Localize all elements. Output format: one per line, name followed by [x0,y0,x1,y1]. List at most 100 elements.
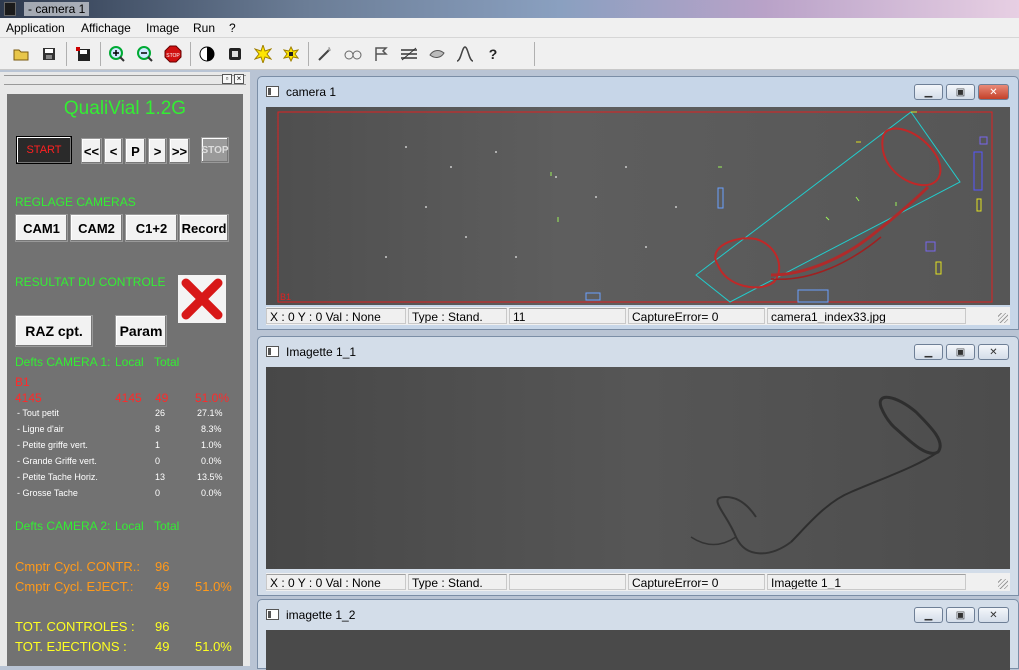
imagette-1-1-status-bar: X : 0 Y : 0 Val : None Type : Stand. Cap… [266,573,1010,591]
app-icon [4,2,16,16]
resize-grip[interactable] [998,313,1008,323]
window-title: - camera 1 [24,2,90,16]
cmptr-eject-label: Cmptr Cycl. EJECT.: [15,579,134,594]
menu-run[interactable]: Run [193,21,215,35]
dock-close-button[interactable]: × [234,74,244,84]
close-button[interactable]: ✕ [978,344,1009,360]
imagette-1-1-window[interactable]: Imagette 1_1 ▁ ▣ ✕ X : 0 Y : 0 Val : Non… [257,336,1019,596]
b1-value-c: 49 [155,391,169,405]
camera1-overlay: B1 [266,107,1010,305]
cmptr-contr-label: Cmptr Cycl. CONTR.: [15,559,140,574]
reglage-cameras-title: REGLAGE CAMERAS [15,195,136,209]
menu-image[interactable]: Image [146,21,179,35]
curve-icon[interactable] [454,43,476,65]
param-button[interactable]: Param [115,315,167,347]
c1-plus-2-button[interactable]: C1+2 [125,214,178,242]
imagette-1-1-title: Imagette 1_1 [286,345,357,359]
camera1-region-label: B1 [280,292,291,302]
cam2-local-header: Local [115,519,144,533]
camera1-image[interactable]: B1 [266,107,1010,305]
cam2-defects-label: Defts CAMERA 2: [15,519,111,533]
lines-icon[interactable] [398,43,420,65]
defect-count: 1 [155,440,161,450]
minimize-button[interactable]: ▁ [914,344,943,360]
cam1-defects-label: Defts CAMERA 1: [15,355,111,369]
toolbar: STOP ? [0,38,1019,70]
mdi-area: camera 1 ▁ ▣ ✕ B1 X: 0 Y: 0 Val: None… [255,72,1019,670]
cam1-button[interactable]: CAM1 [15,214,68,242]
zoom-in-icon[interactable] [106,43,128,65]
stop-sign-icon[interactable]: STOP [162,43,184,65]
imagette-1-2-window[interactable]: imagette 1_2 ▁ ▣ ✕ [257,599,1019,670]
square-icon[interactable] [224,43,246,65]
camera1-titlebar[interactable]: camera 1 ▁ ▣ ✕ [258,77,1018,107]
window-icon [266,346,279,357]
imagette-1-2-image[interactable] [266,630,1010,670]
burst-yellow-icon[interactable] [252,43,274,65]
maximize-button[interactable]: ▣ [946,84,975,100]
menu-affichage[interactable]: Affichage [81,21,131,35]
raz-counter-button[interactable]: RAZ cpt. [15,315,93,347]
maximize-button[interactable]: ▣ [946,344,975,360]
status-filename: Imagette 1_1 [767,574,966,590]
imagette-1-2-titlebar[interactable]: imagette 1_2 ▁ ▣ ✕ [258,600,1018,630]
minimize-button[interactable]: ▁ [914,84,943,100]
nav-last-button[interactable]: >> [169,138,190,164]
b1-value-b: 4145 [115,391,142,405]
camera1-status-bar: X : 0 Y : 0 Val : None Type : Stand. 11 … [266,307,1010,325]
save-icon[interactable] [38,43,60,65]
dock-float-button[interactable]: ▫ [222,74,232,84]
status-index: 11 [509,308,626,324]
nav-pause-button[interactable]: P [125,138,146,164]
cam2-button[interactable]: CAM2 [70,214,123,242]
cam1-total-header: Total [154,355,180,369]
status-type: Type : Stand. [408,574,507,590]
help-icon[interactable]: ? [482,43,504,65]
nav-first-button[interactable]: << [81,138,102,164]
tot-controles-value: 96 [155,619,170,634]
stop-button[interactable]: STOP [201,137,229,163]
window-icon [266,86,279,97]
camera1-window[interactable]: camera 1 ▁ ▣ ✕ B1 X: 0 Y: 0 Val: None… [257,76,1019,330]
imagette-1-1-render [266,367,1010,569]
glasses-icon[interactable] [342,43,364,65]
close-button[interactable]: ✕ [978,84,1009,100]
imagette-1-1-image[interactable] [266,367,1010,569]
tot-ejections-label: TOT. EJECTIONS : [15,639,127,654]
resize-grip[interactable] [998,579,1008,589]
imagette-1-1-titlebar[interactable]: Imagette 1_1 ▁ ▣ ✕ [258,337,1018,367]
camera1-title: camera 1 [286,85,337,99]
flag-icon[interactable] [370,43,392,65]
maximize-button[interactable]: ▣ [946,607,975,623]
status-filename: camera1_index33.jpg [767,308,966,324]
status-coordinates: X : 0 Y : 0 Val : None [266,574,406,590]
open-folder-icon[interactable] [10,43,32,65]
start-button[interactable]: START [16,136,72,164]
tot-controles-label: TOT. CONTROLES : [15,619,135,634]
menu-help[interactable]: ? [229,21,236,35]
zoom-out-icon[interactable] [134,43,156,65]
b1-value-a: 4145 [15,391,42,405]
minimize-button[interactable]: ▁ [914,607,943,623]
status-capture-error: CaptureError= 0 [628,574,765,590]
app-name: QualiVial 1.2G [63,98,187,119]
imagette-1-2-title: imagette 1_2 [286,608,356,622]
burst-small-icon[interactable] [280,43,302,65]
contrast-icon[interactable] [196,43,218,65]
record-button[interactable]: Record [179,214,229,242]
nav-next-button[interactable]: > [148,138,167,164]
magic-wand-icon[interactable] [314,43,336,65]
dock-handle[interactable] [4,75,246,85]
resultat-title: RESULTAT DU CONTROLE [15,275,166,289]
defect-count: 0 [155,488,161,498]
hand-icon[interactable] [426,43,448,65]
defect-name: - Ligne d'air [17,424,64,434]
svg-text:?: ? [489,46,498,62]
status-capture-error: CaptureError= 0 [628,308,765,324]
nav-prev-button[interactable]: < [104,138,123,164]
menu-application[interactable]: Application [6,21,65,35]
close-button[interactable]: ✕ [978,607,1009,623]
save-as-icon[interactable] [72,43,94,65]
defect-name: - Petite griffe vert. [17,440,88,450]
defect-count: 13 [155,472,166,482]
